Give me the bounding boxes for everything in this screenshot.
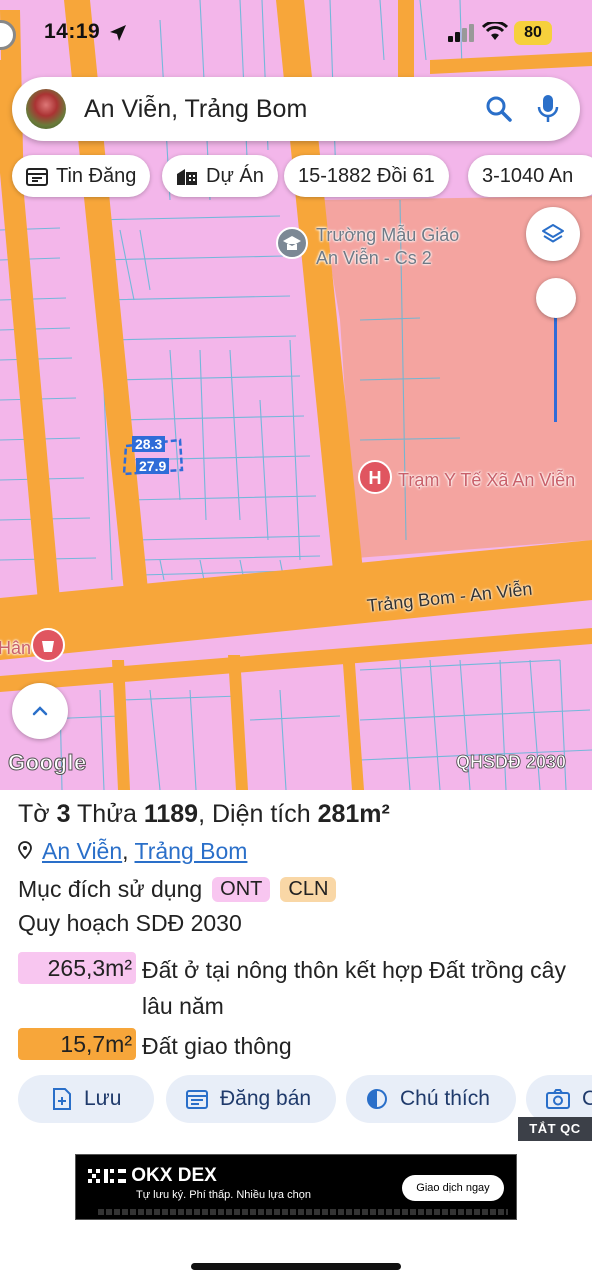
dimension-label-top: 28.3 xyxy=(132,436,166,452)
parcel-number: 1189 xyxy=(143,800,199,828)
location-arrow-icon xyxy=(110,25,126,41)
calendar-list-icon xyxy=(186,1090,208,1109)
okx-logo-icon xyxy=(88,1168,126,1183)
parcel-title: Tờ 3 Thửa 1189, Diện tích 281m² xyxy=(18,800,390,829)
layers-icon xyxy=(542,224,564,243)
poi-shop-label[interactable]: Hân xyxy=(0,637,31,660)
search-bar[interactable]: An Viễn, Trảng Bom xyxy=(12,77,580,141)
avatar[interactable] xyxy=(26,89,66,129)
buildings-icon xyxy=(177,169,197,185)
battery-level: 80 xyxy=(514,21,552,45)
ad-fine-print xyxy=(98,1209,508,1215)
chip-label: 15-1882 Đồi 61 xyxy=(298,164,435,187)
purpose-label: Mục đích sử dụng xyxy=(18,876,203,902)
ward-link[interactable]: An Viễn xyxy=(42,838,122,864)
action-label: Đăng bán xyxy=(220,1087,312,1110)
plan-overlay-label: QHSDĐ 2030 xyxy=(456,752,567,773)
chip-recent-1[interactable]: 15-1882 Đồi 61 xyxy=(284,155,449,197)
ad-cta-button[interactable]: Giao dịch ngay xyxy=(402,1175,504,1201)
location-pin-icon xyxy=(18,841,32,860)
status-time: 14:19 xyxy=(44,20,101,43)
land-purpose-row: Mục đích sử dụng ONT CLN xyxy=(18,876,337,903)
plan-area-desc: Đất giao thông xyxy=(142,1033,292,1059)
legend-button[interactable]: Chú thích xyxy=(346,1075,516,1123)
close-ad-button[interactable]: TẮT QC xyxy=(518,1117,592,1141)
chip-label: Dự Án xyxy=(206,164,264,187)
search-icon[interactable] xyxy=(484,94,514,124)
purpose-tag-cln[interactable]: CLN xyxy=(280,877,337,902)
poi-health-label[interactable]: Trạm Y Tế Xã An Viễn xyxy=(398,469,575,492)
plan-area-value: 15,7m² xyxy=(18,1028,136,1060)
plan-area-desc: Đất ở tại nông thôn kết hợp Đất trồng câ… xyxy=(142,957,566,1019)
opacity-slider-knob[interactable] xyxy=(536,278,576,318)
chip-label: 3-1040 An xyxy=(482,164,574,187)
parcel-area: 281m² xyxy=(317,800,390,828)
save-button[interactable]: Lưu xyxy=(18,1075,154,1123)
ad-banner[interactable]: OKX DEX Tự lưu ký. Phí thấp. Nhiều lựa c… xyxy=(75,1154,517,1220)
wifi-icon xyxy=(482,22,508,40)
back-button-edge[interactable] xyxy=(0,20,16,50)
camera-button[interactable]: C xyxy=(526,1075,592,1123)
google-logo: Google xyxy=(8,750,87,776)
poi-school-line1: Trường Mẫu Giáo xyxy=(316,225,460,245)
sheet-number: 3 xyxy=(56,800,71,828)
chip-tin-dang[interactable]: Tin Đăng xyxy=(12,155,151,197)
chevron-up-icon xyxy=(32,706,48,716)
hospital-icon[interactable]: H xyxy=(358,460,392,494)
area-prefix: , Diện tích xyxy=(198,800,311,828)
poi-school-line2: An Viễn - Cs 2 xyxy=(316,248,432,268)
expand-up-button[interactable] xyxy=(12,683,68,739)
ad-brand: OKX DEX xyxy=(88,1165,217,1187)
action-label: Lưu xyxy=(84,1087,122,1110)
dimension-label-bottom: 27.9 xyxy=(136,458,170,474)
purpose-tag-ont[interactable]: ONT xyxy=(212,877,271,902)
parcel-prefix: Thửa xyxy=(77,800,137,828)
ad-tagline: Tự lưu ký. Phí thấp. Nhiều lựa chọn xyxy=(136,1189,311,1201)
cellular-signal-icon xyxy=(448,24,474,42)
district-link[interactable]: Trảng Bom xyxy=(135,838,248,864)
search-input[interactable]: An Viễn, Trảng Bom xyxy=(84,95,307,124)
sheet-prefix: Tờ xyxy=(18,800,50,828)
svg-text:H: H xyxy=(369,468,382,488)
calendar-icon xyxy=(26,168,48,186)
camera-icon xyxy=(546,1089,570,1109)
chip-du-an[interactable]: Dự Án xyxy=(162,155,278,197)
parcel-address: An Viễn, Trảng Bom xyxy=(18,838,247,865)
status-bar: 14:19 80 xyxy=(0,0,592,66)
home-indicator[interactable] xyxy=(191,1263,401,1270)
half-circle-icon xyxy=(367,1089,387,1109)
chip-recent-2[interactable]: 3-1040 An xyxy=(468,155,592,197)
shop-pin-icon[interactable] xyxy=(31,628,65,662)
save-doc-icon xyxy=(53,1088,71,1110)
plan-area-value: 265,3m² xyxy=(18,952,136,984)
chip-label: Tin Đăng xyxy=(56,164,137,187)
post-sale-button[interactable]: Đăng bán xyxy=(166,1075,336,1123)
plan-label: Quy hoạch SDĐ 2030 xyxy=(18,910,242,936)
parcel-info-sheet: Tờ 3 Thửa 1189, Diện tích 281m² An Viễn,… xyxy=(0,790,592,1280)
poi-school-label[interactable]: Trường Mẫu Giáo An Viễn - Cs 2 xyxy=(316,224,459,270)
microphone-icon[interactable] xyxy=(536,93,560,125)
action-label: C xyxy=(582,1087,592,1110)
ad-brand-text: OKX DEX xyxy=(131,1165,217,1186)
school-icon[interactable] xyxy=(276,227,308,259)
action-label: Chú thích xyxy=(400,1087,490,1110)
layers-button[interactable] xyxy=(526,207,580,261)
